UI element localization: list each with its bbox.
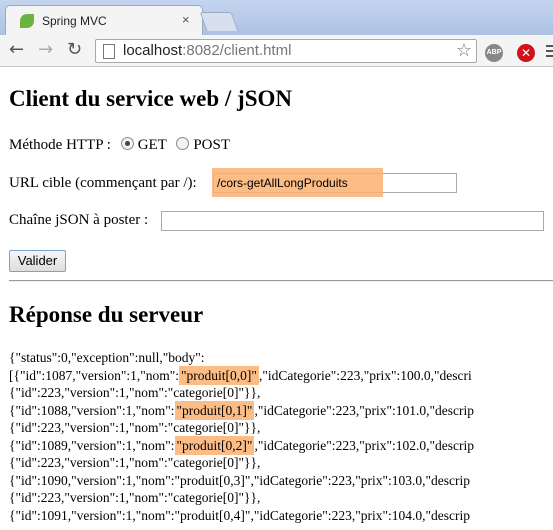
- response-row: {"id":1089,"version":1,"nom": "produit[0,…: [9, 435, 474, 455]
- product-name-highlight: "produit[0,0]": [179, 365, 259, 385]
- radio-get-label[interactable]: GET: [138, 137, 167, 153]
- reload-icon[interactable]: ↻: [67, 40, 82, 60]
- url-input-value: /cors-getAllLongProduits: [217, 176, 348, 190]
- json-input[interactable]: [161, 211, 544, 231]
- address-url[interactable]: localhost:8082/client.html: [123, 42, 291, 59]
- browser-tab[interactable]: Spring MVC ×: [5, 5, 203, 36]
- browser-toolbar: ← → ↻ localhost:8082/client.html ☆ ABP ✕: [0, 35, 553, 67]
- radio-get[interactable]: [120, 137, 134, 150]
- address-bar[interactable]: localhost:8082/client.html ☆: [95, 39, 477, 63]
- product-name: "produit[0,3]": [174, 472, 251, 488]
- forward-arrow-icon[interactable]: →: [38, 40, 53, 60]
- response-row: {"id":1088,"version":1,"nom": "produit[0,…: [9, 400, 474, 420]
- page-content: Client du service web / jSON Méthode HTT…: [0, 67, 553, 530]
- response-row: {"id":1091,"version":1,"nom":"produit[0,…: [9, 507, 470, 523]
- response-row: {"id":1090,"version":1,"nom":"produit[0,…: [9, 472, 470, 488]
- response-title: Réponse du serveur: [9, 302, 204, 327]
- response-row-category: {"id":223,"version":1,"nom":"categorie[0…: [9, 385, 261, 400]
- url-label: URL cible (commençant par /):: [9, 175, 197, 191]
- submit-button[interactable]: Valider: [9, 250, 66, 272]
- bookmark-star-icon[interactable]: ☆: [456, 40, 472, 61]
- method-row: Méthode HTTP : GET POST: [9, 137, 230, 154]
- spring-leaf-icon: [20, 14, 34, 28]
- response-row-category: {"id":223,"version":1,"nom":"categorie[0…: [9, 420, 261, 435]
- block-extension-icon[interactable]: ✕: [517, 44, 535, 62]
- response-row-category: {"id":223,"version":1,"nom":"categorie[0…: [9, 490, 261, 505]
- back-arrow-icon[interactable]: ←: [9, 40, 24, 60]
- radio-post[interactable]: [176, 137, 190, 150]
- json-label: Chaîne jSON à poster :: [9, 212, 149, 228]
- tab-close-icon[interactable]: ×: [182, 12, 190, 27]
- adblock-plus-icon[interactable]: ABP: [485, 44, 503, 62]
- divider: [9, 280, 553, 282]
- hamburger-menu-icon[interactable]: [546, 45, 553, 61]
- response-head: {"status":0,"exception":null,"body":: [9, 350, 205, 365]
- response-row-category: {"id":223,"version":1,"nom":"categorie[0…: [9, 455, 261, 470]
- response-body: {"status":0,"exception":null,"body": [{"…: [9, 349, 553, 524]
- response-row: [{"id":1087,"version":1,"nom": "produit[0…: [9, 365, 472, 385]
- new-tab-button[interactable]: [199, 12, 239, 31]
- product-name-highlight: "produit[0,2]": [174, 435, 255, 455]
- product-name-highlight: "produit[0,1]": [174, 400, 255, 420]
- browser-titlebar: Spring MVC ×: [0, 0, 553, 36]
- method-label: Méthode HTTP :: [9, 137, 111, 153]
- tab-title: Spring MVC: [42, 14, 107, 28]
- product-name: "produit[0,4]": [174, 507, 251, 523]
- radio-post-label[interactable]: POST: [193, 137, 230, 153]
- page-title: Client du service web / jSON: [9, 86, 293, 111]
- page-icon: [103, 44, 115, 59]
- url-input[interactable]: /cors-getAllLongProduits: [212, 168, 457, 197]
